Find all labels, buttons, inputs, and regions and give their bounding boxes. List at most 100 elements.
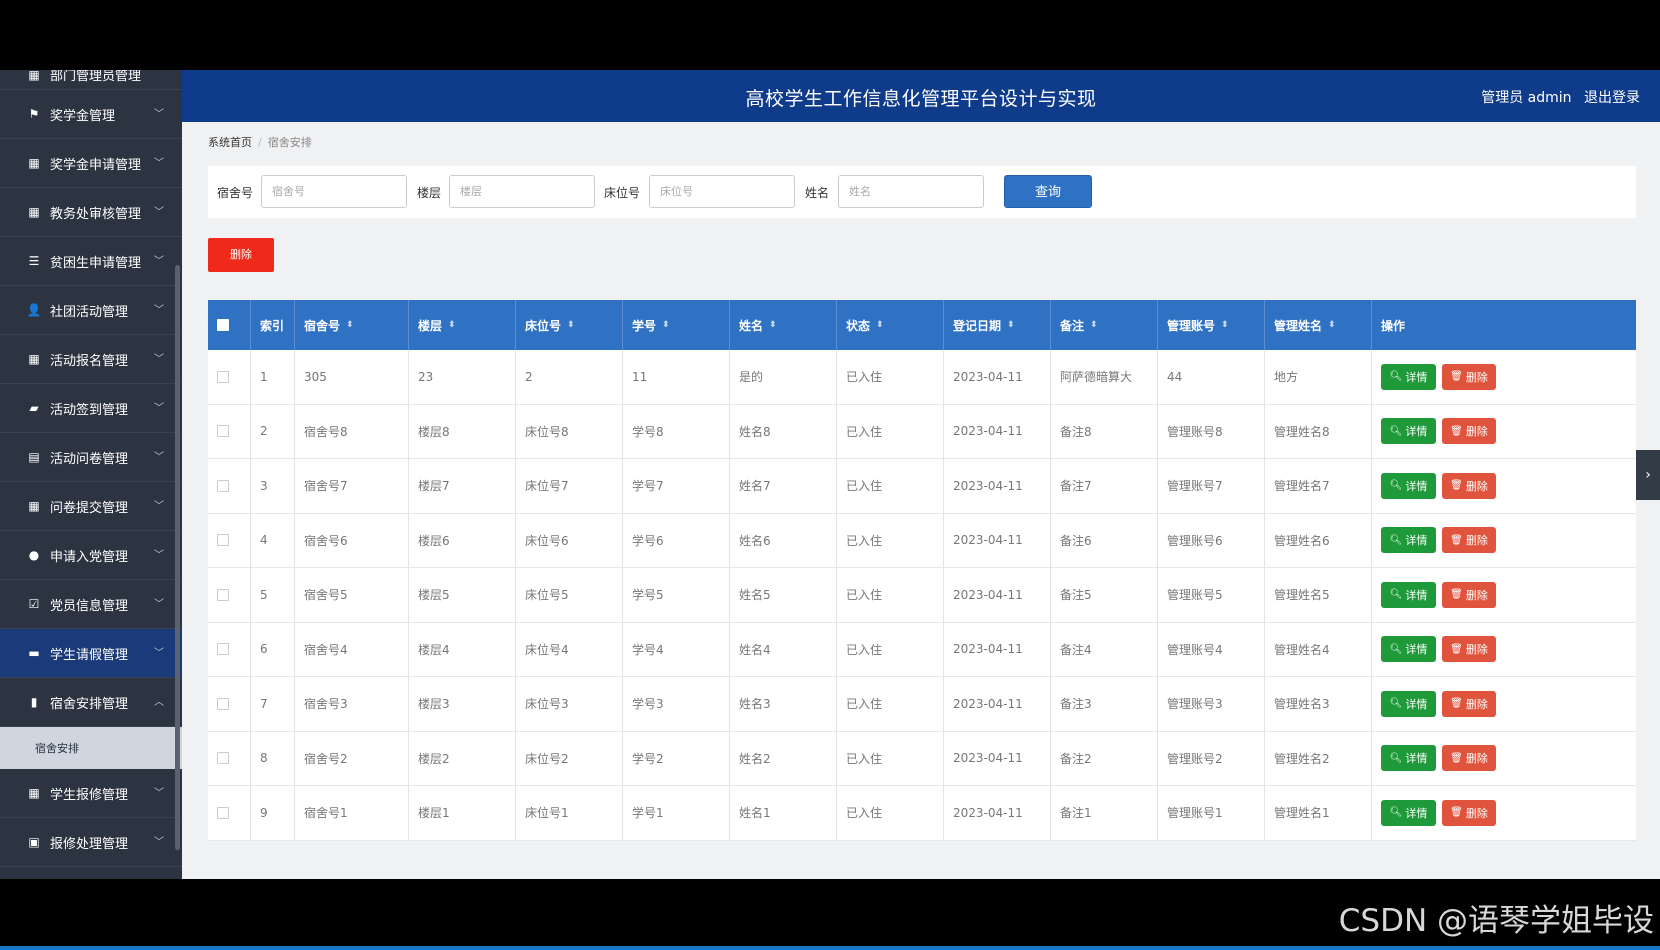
expand-panel-button[interactable]: › — [1636, 450, 1660, 500]
detail-button[interactable]: 🔍︎ 详情 — [1381, 690, 1436, 717]
sidebar-item[interactable]: ▦ 学生报修管理 ﹀ — [0, 769, 182, 818]
sidebar-item-partial[interactable]: ▦ 部门管理员管理 — [0, 70, 182, 90]
sidebar-item[interactable]: ▦ 教务处审核管理 ﹀ — [0, 188, 182, 237]
row-checkbox[interactable] — [217, 370, 229, 383]
row-select-cell — [208, 786, 251, 840]
chevron-right-icon: › — [1645, 467, 1651, 483]
sidebar-item[interactable]: ▦ 问卷提交管理 ﹀ — [0, 482, 182, 531]
table-cell: 8 — [251, 731, 295, 785]
column-header[interactable]: 状态 ⬍ — [837, 300, 944, 350]
delete-label: 删除 — [1465, 643, 1488, 657]
detail-button[interactable]: 🔍︎ 详情 — [1381, 581, 1436, 608]
table-body: 1 305 23 2 11 是的 已入住 2023-04-11 阿萨德暗算大 44 地方 🔍︎ 详情 🗑︎… — [208, 350, 1636, 841]
sidebar-item[interactable]: ▣ 报修处理管理 ﹀ — [0, 818, 182, 867]
grid-icon: ▦ — [28, 70, 40, 82]
sidebar-item[interactable]: ● 申请入党管理 ﹀ — [0, 531, 182, 580]
column-header[interactable]: 宿舍号 ⬍ — [295, 300, 409, 350]
sidebar-item[interactable]: ▬ 学生请假管理 ﹀ — [0, 629, 182, 678]
sort-icon[interactable]: ⬍ — [769, 320, 777, 330]
dorm-number-input[interactable]: 宿舍号 — [261, 175, 407, 208]
sidebar-item[interactable]: ☑ 党员信息管理 ﹀ — [0, 580, 182, 629]
detail-button[interactable]: 🔍︎ 详情 — [1381, 799, 1436, 826]
sidebar-item[interactable]: ▤ 活动问卷管理 ﹀ — [0, 433, 182, 482]
sidebar: ▦ 部门管理员管理 ⚑ 奖学金管理 ﹀ ▦ 奖学金申请管理 ﹀ ▦ 教务处审核管理 ﹀ ☰ 贫困生申… — [0, 70, 182, 879]
detail-button[interactable]: 🔍︎ 详情 — [1381, 418, 1436, 445]
sidebar-item[interactable]: ⚑ 奖学金管理 ﹀ — [0, 90, 182, 139]
detail-button[interactable]: 🔍︎ 详情 — [1381, 363, 1436, 390]
sidebar-item[interactable]: ▦ 奖学金申请管理 ﹀ — [0, 139, 182, 188]
row-checkbox[interactable] — [217, 643, 229, 656]
sidebar-item[interactable]: ▰ 活动签到管理 ﹀ — [0, 384, 182, 433]
detail-button[interactable]: 🔍︎ 详情 — [1381, 636, 1436, 663]
row-checkbox[interactable] — [217, 479, 229, 492]
sidebar-item[interactable]: ▮ 宿舍安排管理 ︿ — [0, 678, 182, 727]
column-header[interactable]: 楼层 ⬍ — [409, 300, 516, 350]
table-cell: 2023-04-11 — [944, 568, 1051, 622]
search-button[interactable]: 查询 — [1004, 175, 1092, 208]
trash-icon: 🗑︎ — [1450, 807, 1463, 819]
table-cell: 姓名8 — [730, 404, 837, 458]
batch-delete-button[interactable]: 删除 — [208, 238, 274, 272]
column-header[interactable]: 备注 ⬍ — [1051, 300, 1158, 350]
breadcrumb-home[interactable]: 系统首页 — [208, 136, 252, 149]
sort-icon[interactable]: ⬍ — [346, 320, 354, 330]
column-header[interactable]: 管理账号 ⬍ — [1158, 300, 1265, 350]
bed-number-input[interactable]: 床位号 — [649, 175, 795, 208]
sort-icon[interactable]: ⬍ — [567, 320, 575, 330]
column-header[interactable]: 登记日期 ⬍ — [944, 300, 1051, 350]
table-cell: 管理账号7 — [1158, 459, 1265, 513]
sidebar-item-label: 党员信息管理 — [50, 598, 129, 614]
row-delete-button[interactable]: 🗑︎ 删除 — [1442, 690, 1496, 717]
progress-bar — [0, 946, 1660, 950]
row-checkbox[interactable] — [217, 425, 229, 438]
table-cell: 管理账号6 — [1158, 513, 1265, 567]
actions-cell: 🔍︎ 详情 🗑︎ 删除 — [1372, 732, 1634, 786]
sidebar-item[interactable]: 👤 社团活动管理 ﹀ — [0, 286, 182, 335]
sort-icon[interactable]: ⬍ — [1007, 320, 1015, 330]
select-all-checkbox[interactable] — [217, 319, 229, 331]
row-delete-button[interactable]: 🗑︎ 删除 — [1442, 581, 1496, 608]
row-delete-button[interactable]: 🗑︎ 删除 — [1442, 363, 1496, 390]
sidebar-item-label: 问卷提交管理 — [50, 500, 129, 516]
column-header[interactable]: 床位号 ⬍ — [516, 300, 623, 350]
sort-icon[interactable]: ⬍ — [1090, 320, 1098, 330]
row-checkbox[interactable] — [217, 697, 229, 710]
table-cell: 楼层3 — [409, 677, 516, 731]
row-delete-button[interactable]: 🗑︎ 删除 — [1442, 472, 1496, 499]
table-cell: 已入住 — [837, 622, 944, 676]
sort-icon[interactable]: ⬍ — [876, 320, 884, 330]
row-checkbox[interactable] — [217, 588, 229, 601]
floor-input[interactable]: 楼层 — [449, 175, 595, 208]
detail-button[interactable]: 🔍︎ 详情 — [1381, 745, 1436, 772]
sidebar-item[interactable]: ☰ 贫困生申请管理 ﹀ — [0, 237, 182, 286]
sort-icon[interactable]: ⬍ — [1221, 320, 1229, 330]
sort-icon[interactable]: ⬍ — [662, 320, 670, 330]
logout-link[interactable]: 退出登录 — [1584, 90, 1640, 106]
sidebar-item[interactable]: ▦ 活动报名管理 ﹀ — [0, 335, 182, 384]
table-row: 5 宿舍号5 楼层5 床位号5 学号5 姓名5 已入住 2023-04-11 备注5 管理账号5 管… — [208, 568, 1636, 623]
sort-icon[interactable]: ⬍ — [1328, 320, 1336, 330]
sidebar-subitem-dorm-arrangement[interactable]: 宿舍安排 — [0, 727, 182, 769]
sort-icon[interactable]: ⬍ — [448, 320, 456, 330]
table-cell: 305 — [295, 350, 409, 404]
row-checkbox[interactable] — [217, 806, 229, 819]
row-delete-button[interactable]: 🗑︎ 删除 — [1442, 745, 1496, 772]
name-input[interactable]: 姓名 — [838, 175, 984, 208]
row-delete-button[interactable]: 🗑︎ 删除 — [1442, 527, 1496, 554]
table-cell: 1 — [251, 350, 295, 404]
detail-label: 详情 — [1405, 479, 1428, 493]
search-icon: 🔍︎ — [1389, 480, 1403, 492]
row-delete-button[interactable]: 🗑︎ 删除 — [1442, 799, 1496, 826]
column-header[interactable]: 学号 ⬍ — [623, 300, 730, 350]
row-checkbox[interactable] — [217, 752, 229, 765]
row-delete-button[interactable]: 🗑︎ 删除 — [1442, 418, 1496, 445]
row-delete-button[interactable]: 🗑︎ 删除 — [1442, 636, 1496, 663]
detail-button[interactable]: 🔍︎ 详情 — [1381, 527, 1436, 554]
column-header[interactable]: 管理姓名 ⬍ — [1265, 300, 1372, 350]
row-checkbox[interactable] — [217, 534, 229, 547]
table-header: 索引 宿舍号 ⬍ 楼层 ⬍ 床位号 ⬍ 学号 ⬍ 姓名 ⬍ 状态 ⬍ 登记日期 ⬍ 备注 ⬍ 管理账号 ⬍ 管理姓名 ⬍… — [208, 300, 1636, 350]
column-header[interactable]: 姓名 ⬍ — [730, 300, 837, 350]
detail-button[interactable]: 🔍︎ 详情 — [1381, 472, 1436, 499]
sidebar-scrollbar[interactable] — [175, 265, 180, 850]
column-header: 操作 — [1372, 300, 1634, 350]
